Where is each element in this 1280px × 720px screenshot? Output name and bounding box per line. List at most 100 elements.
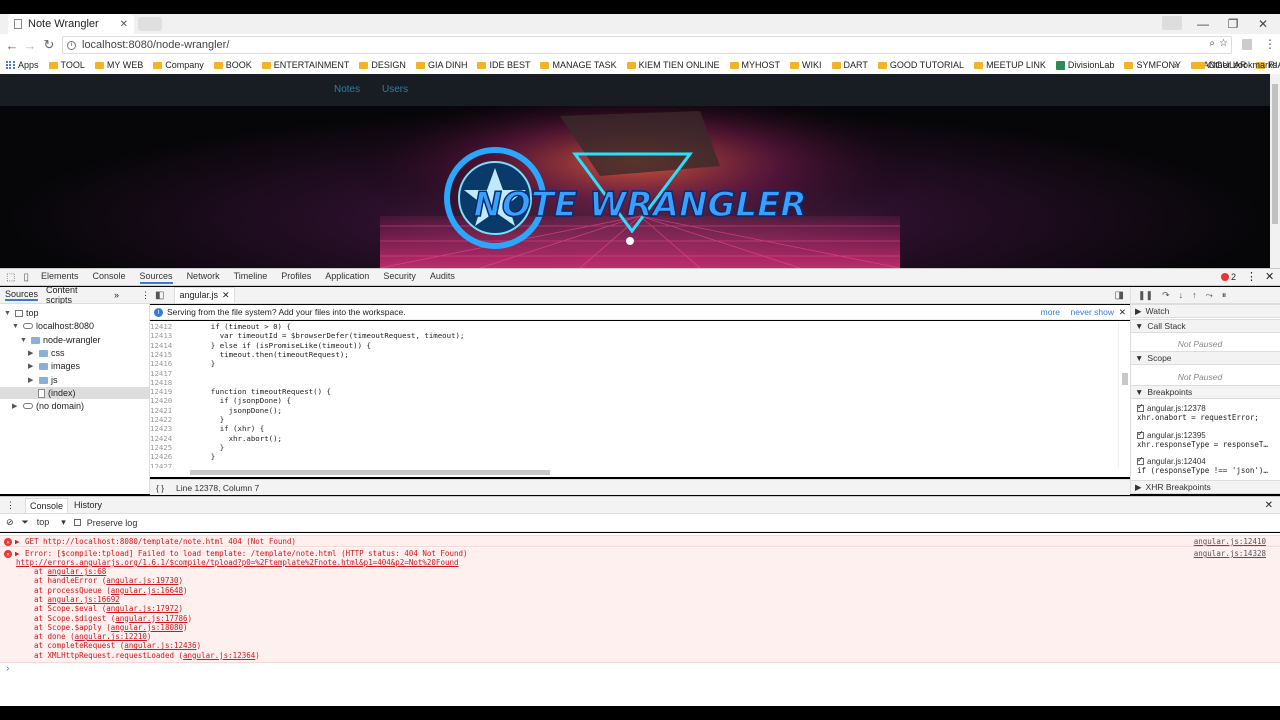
bookmark-item[interactable]: WIKI <box>790 60 822 70</box>
context-select[interactable]: top ▾ <box>37 517 66 528</box>
close-window-button[interactable]: ✕ <box>1248 14 1278 34</box>
code-line[interactable]: 12416 } <box>150 359 215 368</box>
expand-icon[interactable]: ▶ <box>15 537 20 546</box>
bookmark-item[interactable]: MY WEB <box>94 60 143 70</box>
line-number[interactable]: 12419 <box>150 387 178 396</box>
stack-source-link[interactable]: angular.js:12436 <box>124 641 196 650</box>
stack-source-link[interactable]: angular.js:16648 <box>111 586 183 595</box>
code-line[interactable]: 12413 var timeoutId = $browserDefer(time… <box>150 331 464 340</box>
devtools-tab-profiles[interactable]: Profiles <box>281 271 311 284</box>
devtools-tab-security[interactable]: Security <box>383 271 416 284</box>
devtools-tab-timeline[interactable]: Timeline <box>234 271 268 284</box>
tab-history[interactable]: History <box>74 500 102 510</box>
infobar-never-show-link[interactable]: never show <box>1071 307 1114 317</box>
nav-link-users[interactable]: Users <box>382 84 408 95</box>
star-icon[interactable]: ☆ <box>1219 38 1228 49</box>
line-number[interactable]: 12426 <box>150 452 178 461</box>
close-devtools-icon[interactable]: ✕ <box>1265 270 1274 283</box>
clear-console-icon[interactable]: ⊘ <box>6 517 14 528</box>
menu-icon[interactable]: ⋮ <box>1264 37 1276 51</box>
source-link[interactable]: angular.js:12410 <box>1194 537 1266 546</box>
line-number[interactable]: 12414 <box>150 341 178 350</box>
code-line[interactable]: 12426 } <box>150 452 215 461</box>
line-number[interactable]: 12422 <box>150 415 178 424</box>
close-file-icon[interactable]: ✕ <box>222 290 230 301</box>
pretty-print-icon[interactable]: { } <box>156 483 164 493</box>
close-infobar-icon[interactable]: ✕ <box>1119 307 1126 318</box>
other-bookmarks[interactable]: Other bookmarks <box>1196 60 1277 70</box>
editor-tab-angular[interactable]: angular.js ✕ <box>174 287 235 303</box>
stack-source-link[interactable]: angular.js:17972 <box>106 604 178 613</box>
close-drawer-icon[interactable]: ✕ <box>1265 500 1273 511</box>
new-tab-button[interactable] <box>138 17 162 31</box>
devtools-tab-elements[interactable]: Elements <box>41 271 79 284</box>
watch-section[interactable]: ▶ Watch <box>1131 304 1280 318</box>
tree-item-no-domain[interactable]: ▶ (no domain) <box>12 401 84 411</box>
navigator-menu-icon[interactable]: ⋮ <box>141 290 150 301</box>
code-line[interactable]: 12424 xhr.abort(); <box>150 434 282 443</box>
horizontal-scrollbar[interactable] <box>150 468 1130 477</box>
code-line[interactable]: 12423 if (xhr) { <box>150 424 264 433</box>
step-into-icon[interactable]: ↓ <box>1179 290 1184 300</box>
address-bar[interactable]: i localhost:8080/node-wrangler/ ⌕ ☆ <box>62 36 1232 54</box>
pause-on-exceptions-icon[interactable]: ⏸ <box>1222 290 1227 301</box>
breakpoints-section[interactable]: ▼ Breakpoints <box>1131 385 1280 399</box>
bookmark-item[interactable]: DESIGN <box>359 60 406 70</box>
breakpoint-checkbox[interactable] <box>1137 455 1144 465</box>
apps-shortcut[interactable]: Apps <box>6 60 39 70</box>
line-number[interactable]: 12415 <box>150 350 178 359</box>
tree-item-js[interactable]: ▶ js <box>28 375 58 385</box>
bookmark-item[interactable]: ENTERTAINMENT <box>261 60 349 70</box>
devtools-tab-application[interactable]: Application <box>325 271 369 284</box>
toggle-navigator-icon[interactable]: ◧ <box>155 290 164 301</box>
back-icon[interactable]: ← <box>4 36 20 54</box>
breakpoint-item[interactable]: angular.js:12404if (responseType !== 'js… <box>1137 455 1268 475</box>
line-number[interactable]: 12421 <box>150 406 178 415</box>
tab-sources[interactable]: Sources <box>5 289 39 301</box>
line-number[interactable]: 12424 <box>150 434 178 443</box>
error-counter[interactable]: 2 <box>1221 272 1236 282</box>
bookmark-item[interactable]: DART <box>831 60 868 70</box>
code-line[interactable]: 12412 if (timeout > 0) { <box>150 322 291 331</box>
page-scrollbar[interactable] <box>1270 74 1280 268</box>
bookmark-item[interactable]: Company <box>153 60 204 70</box>
line-number[interactable]: 12413 <box>150 331 178 340</box>
stack-source-link[interactable]: angular.js:16692 <box>48 595 120 604</box>
stack-source-link[interactable]: angular.js:17786 <box>115 614 187 623</box>
code-line[interactable]: 12420 if (jsonpDone) { <box>150 396 291 405</box>
devtools-menu-icon[interactable]: ⋮ <box>1246 270 1257 283</box>
console-prompt[interactable]: › <box>0 663 1280 706</box>
more-tabs-icon[interactable]: » <box>114 290 119 300</box>
devtools-tab-sources[interactable]: Sources <box>139 271 173 284</box>
code-line[interactable]: 12417 <box>150 369 193 378</box>
browser-tab[interactable]: Note Wrangler ✕ <box>8 14 134 34</box>
code-line[interactable]: 12418 <box>150 378 193 387</box>
stack-source-link[interactable]: angular.js:12210 <box>75 632 147 641</box>
line-number[interactable]: 12423 <box>150 424 178 433</box>
bookmark-item[interactable]: MANAGE TASK <box>540 60 617 70</box>
nav-link-notes[interactable]: Notes <box>334 84 360 95</box>
line-number[interactable]: 12412 <box>150 322 178 331</box>
toggle-debugger-icon[interactable]: ◨ <box>1115 290 1124 301</box>
code-editor[interactable]: 12412 if (timeout > 0) {12413 var timeou… <box>150 321 1118 469</box>
bookmark-item[interactable]: KIEM TIEN ONLINE <box>626 60 720 70</box>
code-scrollbar[interactable] <box>1118 321 1130 469</box>
filter-icon[interactable]: ⏷ <box>22 517 29 528</box>
call-stack-section[interactable]: ▼ Call Stack <box>1131 319 1280 333</box>
line-number[interactable]: 12417 <box>150 369 178 378</box>
step-over-icon[interactable]: ↷ <box>1162 290 1170 301</box>
code-line[interactable]: 12422 } <box>150 415 224 424</box>
bookmark-item[interactable]: GIA DINH <box>415 60 467 70</box>
pause-icon[interactable]: ❚❚ <box>1138 290 1153 301</box>
zoom-icon[interactable]: ⌕ <box>1209 38 1215 49</box>
forward-icon[interactable]: → <box>22 36 38 54</box>
tree-item-host[interactable]: ▼ localhost:8080 <box>12 321 94 331</box>
source-link[interactable]: angular.js:14328 <box>1194 549 1266 558</box>
bookmark-item[interactable]: BOOK <box>213 60 252 70</box>
preserve-log-checkbox[interactable]: Preserve log <box>73 518 137 528</box>
breakpoint-item[interactable]: angular.js:12378xhr.onabort = requestErr… <box>1137 402 1259 422</box>
stack-source-link[interactable]: angular.js:68 <box>48 567 107 576</box>
scope-section[interactable]: ▼ Scope <box>1131 351 1280 365</box>
bookmark-item[interactable]: GOOD TUTORIAL <box>877 60 964 70</box>
tree-item-css[interactable]: ▶ css <box>28 348 65 358</box>
